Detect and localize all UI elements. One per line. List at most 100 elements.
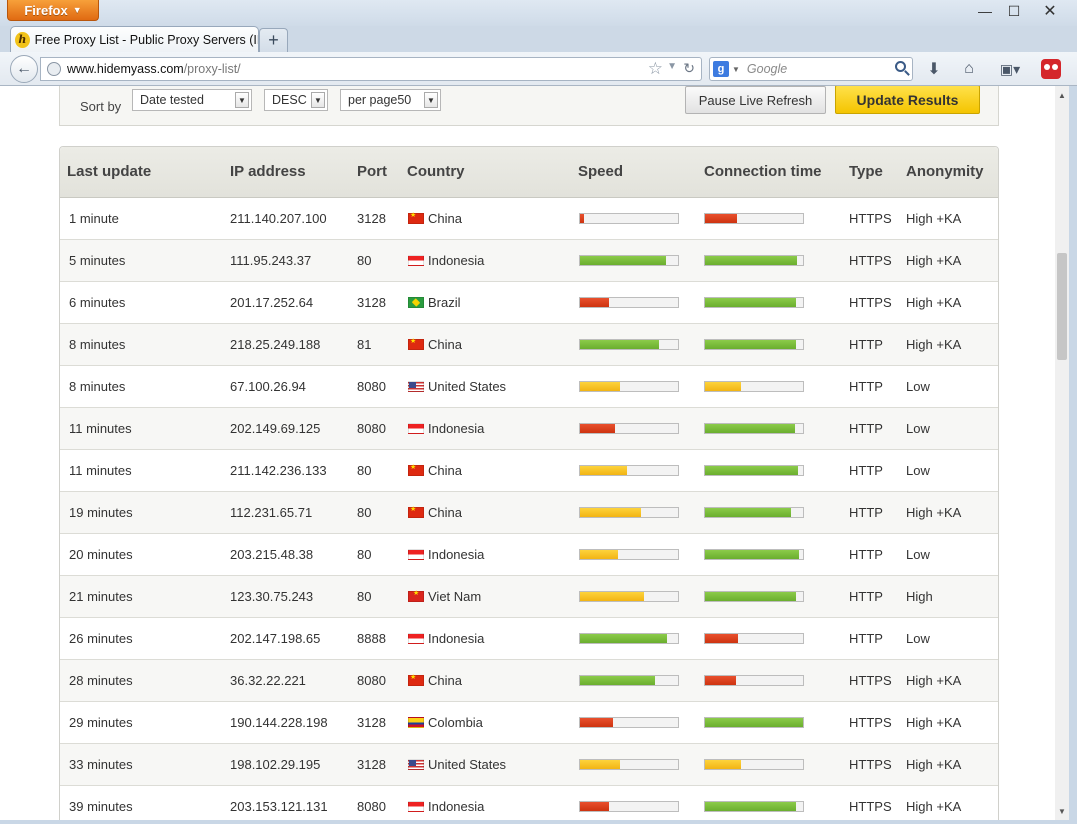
last-update-cell: 26 minutes: [69, 631, 133, 646]
sort-order-select[interactable]: DESC ▼: [264, 89, 328, 111]
url-text: www.hidemyass.com/proxy-list/: [67, 62, 241, 76]
robot-addon-icon[interactable]: [1041, 59, 1061, 79]
anonymity-cell: High +KA: [906, 337, 962, 352]
engine-dropdown-icon[interactable]: ▼: [732, 65, 740, 74]
tab-strip: h Free Proxy List - Public Proxy Servers…: [0, 26, 1077, 52]
header-port[interactable]: Port: [357, 163, 387, 180]
pause-live-refresh-button[interactable]: Pause Live Refresh: [685, 86, 826, 114]
vertical-scrollbar[interactable]: ▲ ▼: [1055, 86, 1069, 820]
table-row: 11 minutes 211.142.236.133 80 China HTTP Low: [60, 450, 998, 492]
table-row: 33 minutes 198.102.29.195 3128 United State…: [60, 744, 998, 786]
anonymity-cell: High +KA: [906, 253, 962, 268]
reload-icon[interactable]: ↻: [683, 60, 695, 77]
speed-bar-fill: [580, 256, 667, 265]
sort-by-label: Sort by: [80, 99, 122, 114]
connection-time-bar-fill: [705, 424, 796, 433]
ip-address-cell: 203.153.121.131: [230, 799, 328, 814]
type-cell: HTTPS: [849, 295, 892, 310]
us-flag-icon: [408, 759, 424, 770]
minimize-icon[interactable]: —: [968, 0, 1002, 22]
connection-time-bar: [704, 381, 804, 392]
country-name: China: [428, 463, 462, 478]
connection-time-bar: [704, 675, 804, 686]
speed-bar: [579, 213, 679, 224]
close-icon[interactable]: ✕: [1030, 0, 1070, 22]
header-type[interactable]: Type: [849, 163, 883, 180]
type-cell: HTTPS: [849, 673, 892, 688]
header-connection-time[interactable]: Connection time: [704, 163, 822, 180]
speed-bar: [579, 675, 679, 686]
speed-bar: [579, 591, 679, 602]
anonymity-cell: High +KA: [906, 211, 962, 226]
port-cell: 8080: [357, 673, 386, 688]
anonymity-cell: Low: [906, 463, 930, 478]
new-tab-button[interactable]: +: [259, 28, 288, 52]
ip-address-cell: 211.140.207.100: [230, 211, 327, 226]
scroll-down-icon[interactable]: ▼: [1055, 804, 1069, 818]
port-cell: 8080: [357, 421, 386, 436]
header-last-update[interactable]: Last update: [67, 163, 151, 180]
ip-address-cell: 211.142.236.133: [230, 463, 327, 478]
connection-time-bar-fill: [705, 802, 797, 811]
connection-time-bar: [704, 801, 804, 812]
port-cell: 80: [357, 547, 372, 562]
speed-bar-fill: [580, 508, 641, 517]
ip-address-cell: 190.144.228.198: [230, 715, 328, 730]
speed-bar-fill: [580, 718, 614, 727]
window-border: [0, 820, 1077, 824]
country-name: United States: [428, 757, 507, 772]
country-name: Indonesia: [428, 253, 485, 268]
connection-time-bar: [704, 591, 804, 602]
china-flag-icon: [408, 505, 424, 518]
proxy-table: Last update IP address Port Country Spee…: [59, 146, 999, 820]
connection-time-bar: [704, 759, 804, 770]
tab-proxy-list[interactable]: h Free Proxy List - Public Proxy Servers…: [10, 26, 259, 52]
table-row: 6 minutes 201.17.252.64 3128 Brazil HTTPS Hig…: [60, 282, 998, 324]
port-cell: 81: [357, 337, 372, 352]
bookmark-star-icon[interactable]: ☆: [648, 59, 663, 79]
connection-time-bar: [704, 297, 804, 308]
scroll-up-icon[interactable]: ▲: [1055, 88, 1069, 102]
url-bar[interactable]: www.hidemyass.com/proxy-list/ ☆ ▼ ↻: [40, 57, 702, 81]
country-name: Viet Nam: [428, 589, 482, 604]
addon-icon[interactable]: ▣▾: [994, 58, 1026, 80]
connection-time-bar: [704, 507, 804, 518]
ip-address-cell: 201.17.252.64: [230, 295, 314, 310]
header-ip-address[interactable]: IP address: [230, 163, 306, 180]
search-icon[interactable]: [895, 61, 906, 72]
sort-by-select[interactable]: Date tested ▼: [132, 89, 252, 111]
ip-address-cell: 203.215.48.38: [230, 547, 314, 562]
header-speed[interactable]: Speed: [578, 163, 623, 180]
anonymity-cell: High: [906, 589, 933, 604]
back-button[interactable]: ←: [10, 55, 38, 83]
type-cell: HTTP: [849, 631, 883, 646]
indonesia-flag-icon: [408, 801, 424, 812]
china-flag-icon: [408, 337, 424, 350]
search-bar[interactable]: g ▼ Google: [709, 57, 913, 81]
header-anonymity[interactable]: Anonymity: [906, 163, 984, 180]
colombia-flag-icon: [408, 717, 424, 728]
firefox-menu-button[interactable]: Firefox ▼: [7, 0, 99, 21]
home-icon[interactable]: ⌂: [958, 58, 980, 80]
indonesia-flag-icon: [408, 255, 424, 266]
update-results-button[interactable]: Update Results: [835, 86, 980, 114]
google-engine-icon[interactable]: g: [713, 61, 729, 77]
speed-bar-fill: [580, 634, 668, 643]
speed-bar: [579, 297, 679, 308]
last-update-cell: 20 minutes: [69, 547, 133, 562]
country-name: China: [428, 337, 462, 352]
table-row: 26 minutes 202.147.198.65 8888 Indonesia HTT…: [60, 618, 998, 660]
per-page-select[interactable]: per page50 ▼: [340, 89, 441, 111]
scrollbar-thumb[interactable]: [1057, 253, 1067, 360]
table-row: 21 minutes 123.30.75.243 80 Viet Nam HTTP Hig…: [60, 576, 998, 618]
connection-time-bar-fill: [705, 718, 803, 727]
country-cell: Indonesia: [408, 421, 484, 436]
header-country[interactable]: Country: [407, 163, 465, 180]
maximize-icon[interactable]: ☐: [998, 0, 1030, 22]
connection-time-bar-fill: [705, 550, 800, 559]
history-dropdown-icon[interactable]: ▼: [667, 61, 677, 72]
chevron-down-icon: ▼: [311, 92, 325, 108]
download-icon[interactable]: ⬇: [924, 58, 944, 80]
page-viewport: Sort by Date tested ▼ DESC ▼ per page50 …: [0, 86, 1055, 820]
table-body: 1 minute 211.140.207.100 3128 China HTTPS Hig…: [60, 198, 998, 820]
